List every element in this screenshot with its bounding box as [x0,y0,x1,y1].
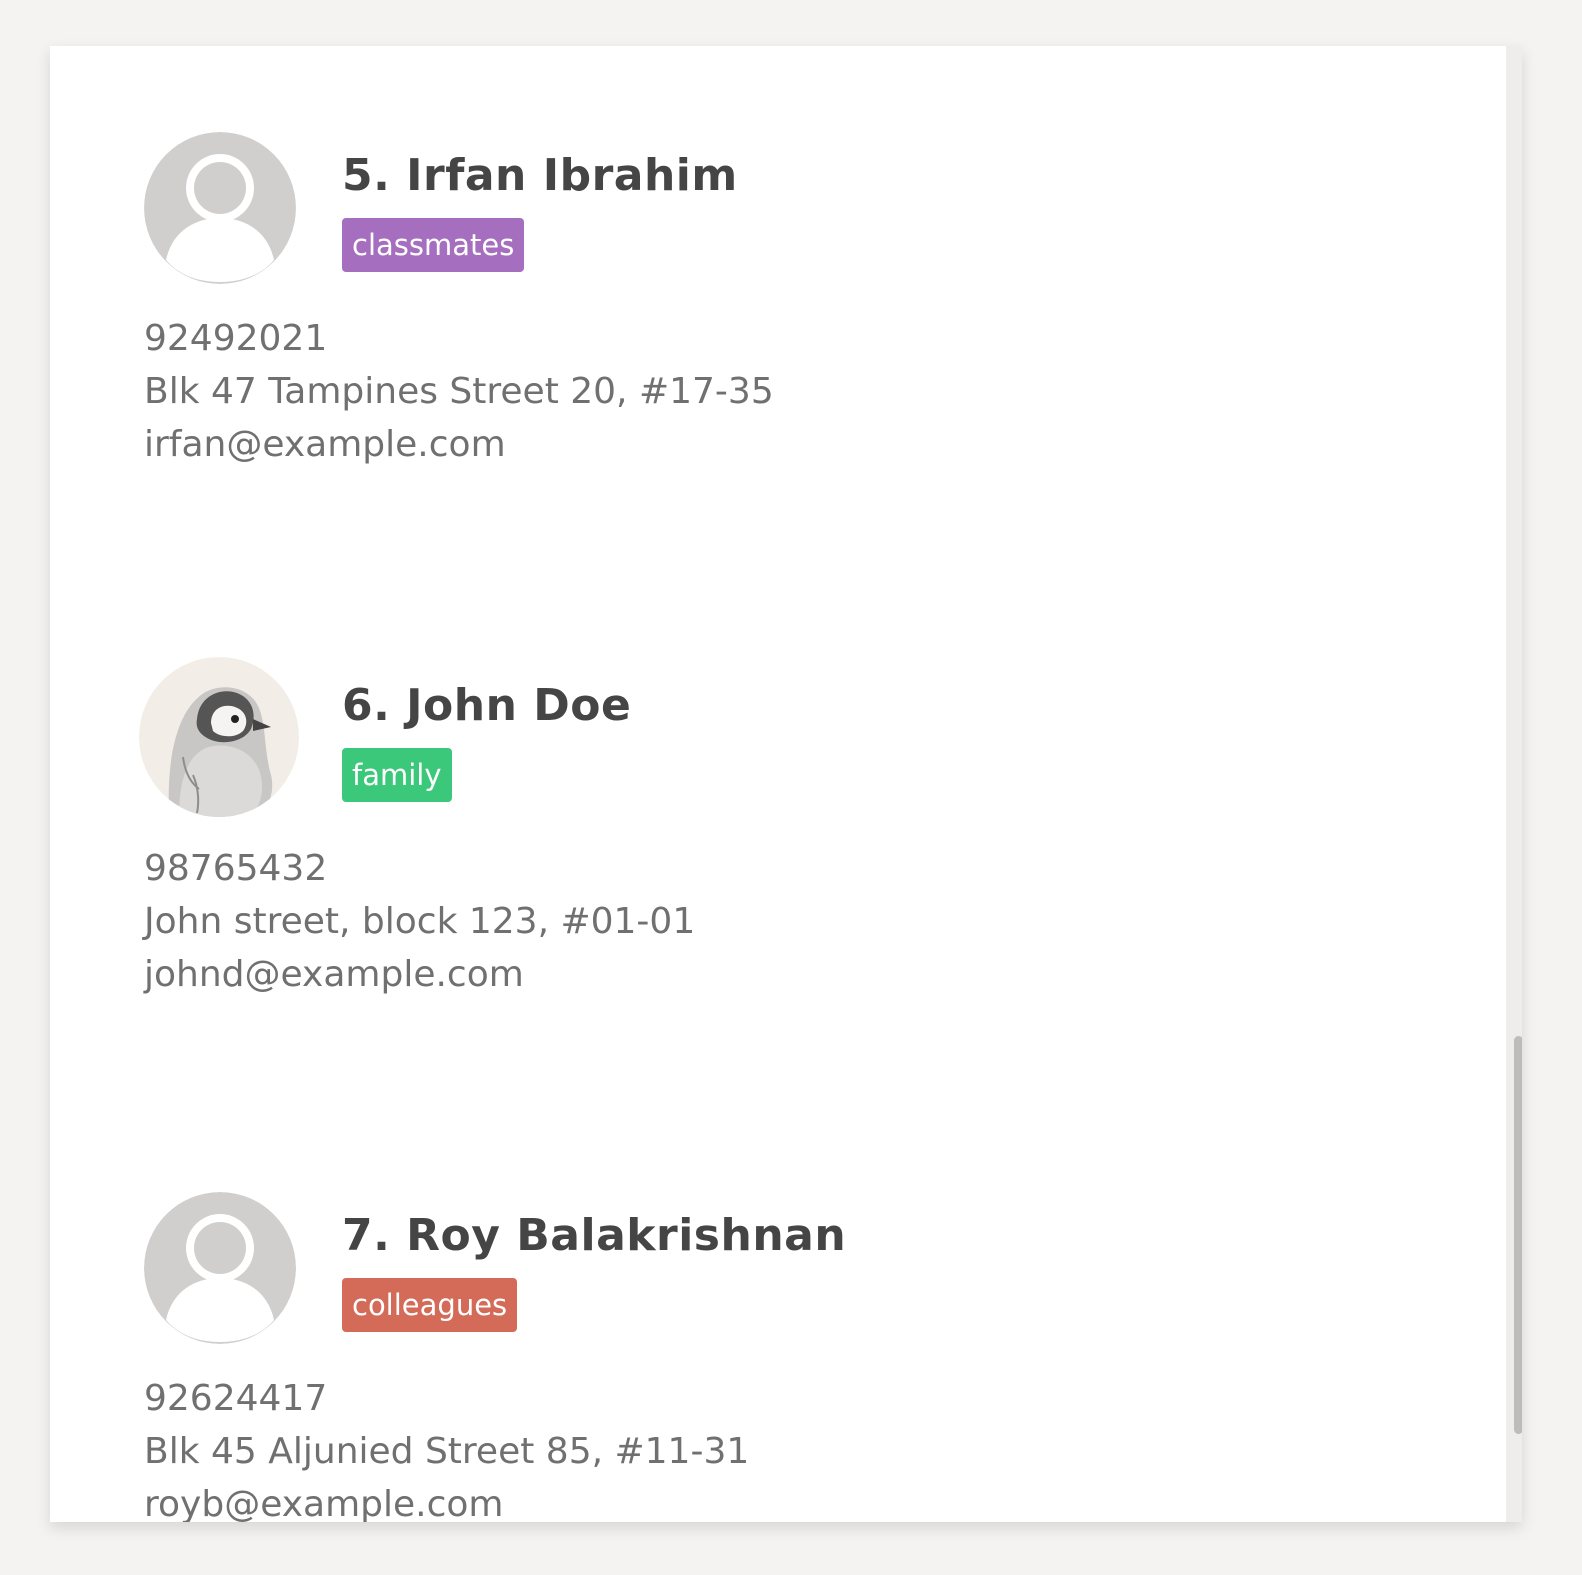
contact-email: johnd@example.com [144,954,524,995]
contact-address: John street, block 123, #01-01 [144,901,696,942]
contact-email: irfan@example.com [144,424,506,465]
contact-name: 5. Irfan Ibrahim [342,150,738,201]
contact-phone: 92492021 [144,318,328,359]
penguin-avatar-icon [139,657,299,817]
contact-name: 7. Roy Balakrishnan [342,1210,847,1261]
contact-phone: 98765432 [144,848,328,889]
contact-list-panel[interactable]: 5. Irfan Ibrahim classmates 92492021 Blk… [50,46,1522,1522]
contact-email: royb@example.com [144,1484,504,1522]
default-user-icon [144,132,296,284]
tag-badge: colleagues [342,1278,518,1332]
contact-address: Blk 47 Tampines Street 20, #17-35 [144,371,774,412]
tag-badge: classmates [342,218,525,272]
default-user-icon [144,1192,296,1344]
contact-address: Blk 45 Aljunied Street 85, #11-31 [144,1431,750,1472]
contact-phone: 92624417 [144,1378,328,1419]
scrollbar-thumb[interactable] [1514,1036,1522,1434]
tag-badge: family [342,748,452,802]
contact-name: 6. John Doe [342,680,632,731]
